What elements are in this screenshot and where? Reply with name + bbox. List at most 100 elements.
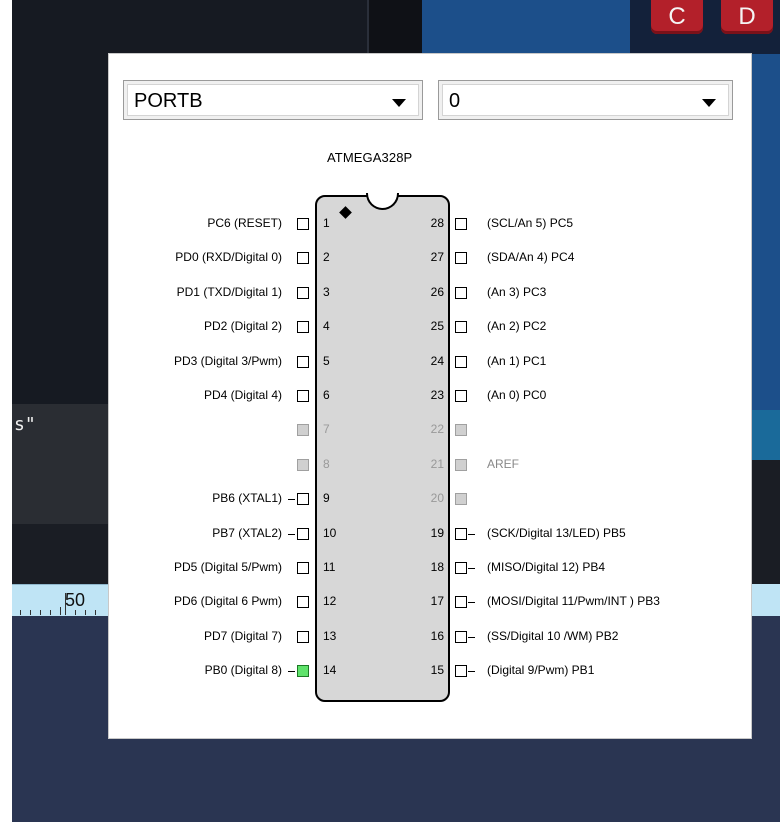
pin-checkbox-3[interactable] [297,286,309,299]
keypad-button-c[interactable]: C [651,0,703,34]
pin-number: 18 [430,560,444,574]
chip-body [315,195,450,702]
pin-number: 1 [323,216,330,230]
pin-checkbox-10[interactable] [297,527,309,540]
pin-checkbox-18[interactable] [455,562,467,574]
pin-checkbox-25[interactable] [455,321,467,334]
ruler-right [752,584,780,616]
pin-checkbox-14[interactable] [297,665,309,678]
chip-title: ATMEGA328P [327,150,413,165]
pin-lead [468,602,475,604]
pin-number: 2 [323,250,330,265]
pin-label-left: PD4 (Digital 4) [203,388,282,402]
port-select-value: PORTB [134,90,203,112]
pin-checkbox-20 [455,493,467,506]
pin-checkbox-23[interactable] [455,390,467,402]
pin-checkbox-13[interactable] [297,630,309,643]
pin-number: 9 [323,491,330,506]
pin-label-right: (MISO/Digital 12) PB4 [487,560,606,574]
pin-number: 19 [430,525,444,540]
pin-number: 10 [323,525,337,540]
pin-number: 25 [430,319,444,334]
pin-label-left: PB6 (XTAL1) [212,491,282,506]
pin-lead [288,671,295,673]
pin-lead [468,568,475,569]
pin-checkbox-28[interactable] [455,218,467,230]
pin-label-right: AREF [487,456,520,471]
pin-number: 21 [430,456,444,471]
pin-label-right: (SS/Digital 10 /WM) PB2 [487,628,619,643]
pin-label-left: PD7 (Digital 7) [203,628,282,643]
pin-number: 16 [430,628,444,643]
pin-number: 11 [323,560,336,574]
pin-number: 20 [430,491,444,506]
pin-checkbox-22 [455,424,467,437]
pin-label-right: (An 0) PC0 [487,388,547,402]
pin-checkbox-21 [455,458,467,471]
pin-lead [288,533,295,535]
pin-lead [468,636,475,638]
pin-label-left: PD3 (Digital 3/Pwm) [173,353,282,368]
pin-checkbox-7 [297,424,309,437]
pin-label-left: PD2 (Digital 2) [203,319,282,334]
pin-number: 14 [323,663,337,678]
chevron-down-icon [702,99,716,107]
pin-label-left: PD5 (Digital 5/Pwm) [173,560,282,574]
pin-checkbox-15[interactable] [455,665,467,678]
pin-label-right: (SDA/An 4) PC4 [487,250,575,265]
pin-checkbox-4[interactable] [297,321,309,334]
pin-number: 5 [323,353,330,368]
pin-label-left: PB7 (XTAL2) [212,525,282,540]
pin-lead [468,671,475,673]
pin-label-left: PB0 (Digital 8) [204,663,282,678]
ruler [12,584,108,617]
background-window-top [12,0,367,54]
pin-number: 6 [323,388,330,402]
background-panel-top [422,0,630,54]
keypad-button-d[interactable]: D [721,0,773,34]
pin-label-left: PD0 (RXD/Digital 0) [175,250,282,265]
pin-number: 26 [430,284,444,299]
pin-checkbox-16[interactable] [455,630,467,643]
pin-number: 3 [323,284,330,299]
background-code-text: s" [14,414,36,435]
pin-number: 27 [430,250,444,265]
pin-checkbox-8 [297,458,309,471]
bit-select-value: 0 [449,90,461,112]
pin-number: 23 [430,388,444,402]
pin-number: 13 [323,628,337,643]
pin-number: 7 [323,422,330,437]
pin-checkbox-12[interactable] [297,596,309,609]
pin-number: 28 [430,216,444,230]
pin-checkbox-11[interactable] [297,562,309,574]
pin-number: 17 [430,594,444,609]
pin-checkbox-2[interactable] [297,252,309,265]
pin-checkbox-27[interactable] [455,252,467,265]
pin-label-right: (Digital 9/Pwm) PB1 [487,663,595,678]
port-select[interactable]: PORTB [123,80,423,120]
bit-select[interactable]: 0 [438,80,733,120]
ruler-label: 50 [65,590,86,610]
pin-checkbox-9[interactable] [297,493,309,506]
pin-number: 12 [323,594,337,609]
pin-checkbox-26[interactable] [455,286,467,299]
pin-checkbox-5[interactable] [297,355,309,368]
background-scrollbar [12,524,108,584]
pin-checkbox-1[interactable] [297,218,309,230]
pin-checkbox-17[interactable] [455,596,467,609]
pin-number: 22 [430,422,444,437]
pin-label-left: PC6 (RESET) [207,216,282,230]
pin-number: 24 [430,353,444,368]
pin-lead [468,533,475,535]
pin-label-left: PD6 (Digital 6 Pwm) [173,594,282,609]
pin-checkbox-6[interactable] [297,390,309,402]
pin-label-right: (An 2) PC2 [487,319,547,334]
pin-label-right: (An 3) PC3 [487,284,547,299]
pin-checkbox-19[interactable] [455,527,467,540]
background-right-strip [752,410,780,460]
pin-label-left: PD1 (TXD/Digital 1) [176,284,282,299]
pin-checkbox-24[interactable] [455,355,467,368]
pin-number: 4 [323,319,330,334]
pin-lead [288,499,295,501]
pin-number: 8 [323,456,330,471]
